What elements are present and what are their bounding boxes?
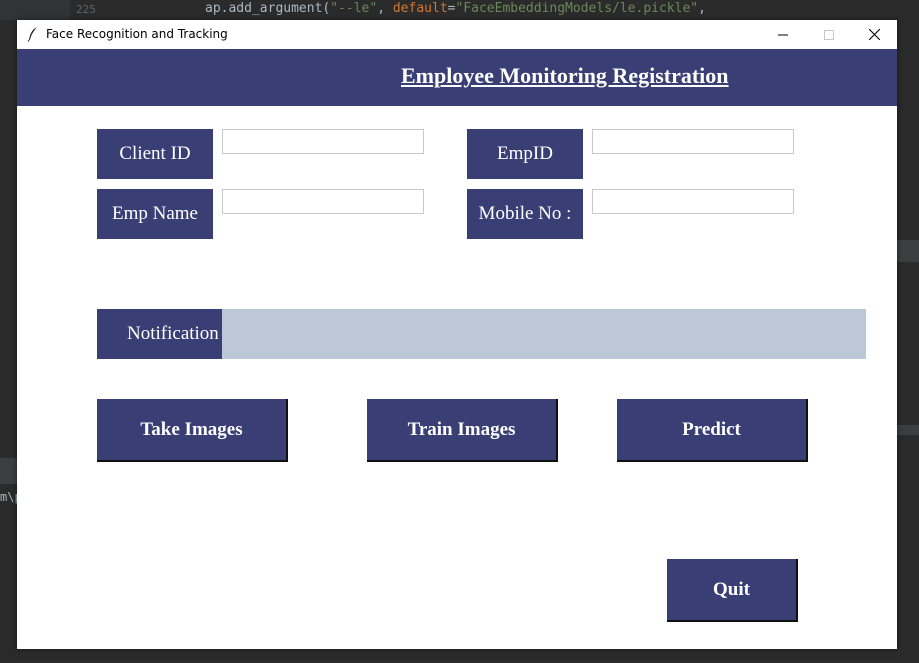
editor-line-number: 225 <box>76 3 96 16</box>
page-title: Employee Monitoring Registration <box>401 63 729 88</box>
editor-code-line: ap.add_argument("--le", default="FaceEmb… <box>205 1 706 16</box>
minimize-icon <box>778 34 788 35</box>
minimize-button[interactable] <box>760 20 806 49</box>
editor-gutter <box>0 0 70 20</box>
emp-name-label: Emp Name <box>97 189 213 239</box>
emp-name-input[interactable] <box>222 189 424 214</box>
mobile-no-input[interactable] <box>592 189 794 214</box>
background-editor: 225 ap.add_argument("--le", default="Fac… <box>0 0 919 20</box>
header-banner: Employee Monitoring Registration <box>17 49 897 106</box>
background-panel-edge <box>897 425 919 435</box>
window-title: Face Recognition and Tracking <box>46 27 228 41</box>
background-panel-edge <box>897 240 919 262</box>
background-panel-edge <box>0 458 17 484</box>
notification-message <box>222 309 866 359</box>
close-icon <box>868 29 880 40</box>
emp-id-label: EmpID <box>467 129 583 179</box>
title-bar[interactable]: Face Recognition and Tracking <box>17 20 897 49</box>
emp-id-input[interactable] <box>592 129 794 154</box>
client-id-input[interactable] <box>222 129 424 154</box>
train-images-button[interactable]: Train Images <box>367 399 558 462</box>
predict-button[interactable]: Predict <box>617 399 808 462</box>
take-images-button[interactable]: Take Images <box>97 399 288 462</box>
quit-button[interactable]: Quit <box>667 559 798 622</box>
notification-label: Notification <box>97 309 222 359</box>
maximize-icon <box>824 29 834 40</box>
maximize-button[interactable] <box>806 20 852 49</box>
app-window: Face Recognition and Tracking Employee M… <box>17 20 897 649</box>
close-button[interactable] <box>851 20 897 49</box>
client-id-label: Client ID <box>97 129 213 179</box>
mobile-no-label: Mobile No : <box>467 189 583 239</box>
feather-icon <box>27 27 37 42</box>
